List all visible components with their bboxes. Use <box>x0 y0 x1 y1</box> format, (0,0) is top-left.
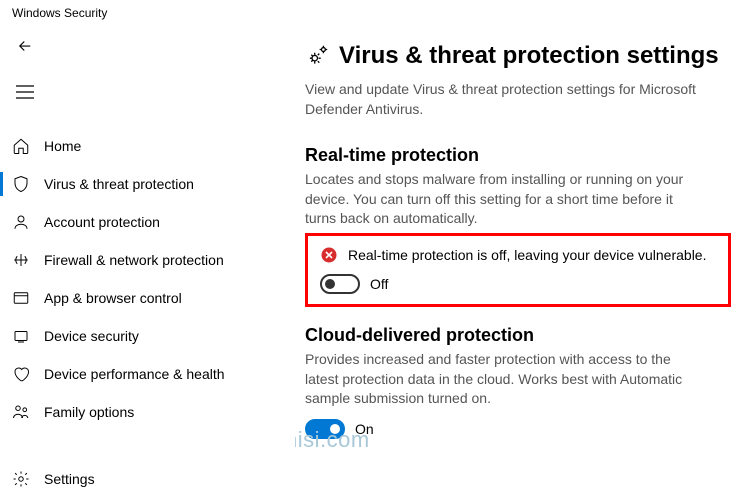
error-icon <box>320 246 338 264</box>
sidebar-item-settings[interactable]: Settings <box>0 461 295 497</box>
sidebar-item-account[interactable]: Account protection <box>0 204 295 240</box>
sidebar-item-label: Device security <box>44 328 139 344</box>
page-description: View and update Virus & threat protectio… <box>305 80 705 119</box>
gear-icon <box>12 470 30 488</box>
realtime-toggle-state: Off <box>370 276 388 292</box>
realtime-warning: Real-time protection is off, leaving you… <box>348 247 706 263</box>
realtime-heading: Real-time protection <box>305 145 731 166</box>
realtime-toggle[interactable] <box>320 274 360 294</box>
page-title: Virus & threat protection settings <box>339 42 719 70</box>
main-content: Virus & threat protection settings View … <box>295 26 745 503</box>
sidebar-item-app[interactable]: App & browser control <box>0 280 295 316</box>
back-button[interactable] <box>0 30 40 62</box>
sidebar-item-home[interactable]: Home <box>0 128 295 164</box>
sidebar-item-label: Settings <box>44 471 95 487</box>
sidebar-item-label: Device performance & health <box>44 366 225 382</box>
sidebar-item-label: Home <box>44 138 81 154</box>
home-icon <box>12 137 30 155</box>
sidebar-item-family[interactable]: Family options <box>0 394 295 430</box>
gears-icon <box>305 43 331 69</box>
highlight-box: 4 Real-time protection is off, leaving y… <box>305 233 731 307</box>
realtime-description: Locates and stops malware from installin… <box>305 170 705 229</box>
shield-icon <box>12 175 30 193</box>
hamburger-icon <box>16 85 34 99</box>
sidebar-item-label: Family options <box>44 404 134 420</box>
cloud-description: Provides increased and faster protection… <box>305 350 705 409</box>
sidebar-item-performance[interactable]: Device performance & health <box>0 356 295 392</box>
menu-button[interactable] <box>0 74 40 110</box>
cloud-toggle-state: On <box>355 421 374 437</box>
person-icon <box>12 213 30 231</box>
back-arrow-icon <box>16 37 34 55</box>
sidebar: Home Virus & threat protection Account p… <box>0 26 295 503</box>
sidebar-item-label: App & browser control <box>44 290 182 306</box>
heart-icon <box>12 365 30 383</box>
cloud-toggle[interactable] <box>305 419 345 439</box>
sidebar-item-label: Account protection <box>44 214 160 230</box>
sidebar-item-virus[interactable]: Virus & threat protection <box>0 166 295 202</box>
sidebar-item-label: Virus & threat protection <box>44 176 194 192</box>
cloud-section: Cloud-delivered protection Provides incr… <box>305 325 731 439</box>
firewall-icon <box>12 251 30 269</box>
sidebar-item-firewall[interactable]: Firewall & network protection <box>0 242 295 278</box>
sidebar-item-label: Firewall & network protection <box>44 252 224 268</box>
sidebar-item-device-security[interactable]: Device security <box>0 318 295 354</box>
device-chip-icon <box>12 327 30 345</box>
family-icon <box>12 403 30 421</box>
cloud-heading: Cloud-delivered protection <box>305 325 731 346</box>
realtime-section: Real-time protection Locates and stops m… <box>305 145 731 229</box>
window-title: Windows Security <box>0 0 745 26</box>
app-browser-icon <box>12 289 30 307</box>
